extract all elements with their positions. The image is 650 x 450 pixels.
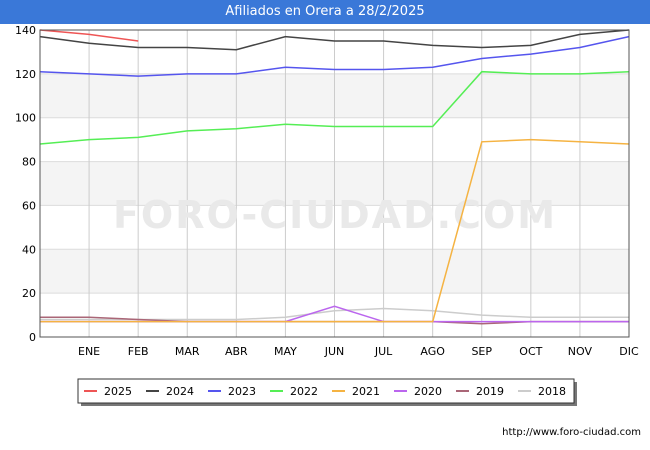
legend: 2025 2024 2023 2022 2021 2020 2019 2018 <box>77 378 577 406</box>
y-axis-ticks: 0 20 40 60 80 100 120 140 <box>15 24 36 344</box>
y-tick-label: 0 <box>29 331 36 344</box>
legend-label-2020: 2020 <box>414 385 442 398</box>
y-tick-label: 20 <box>22 287 36 300</box>
legend-label-2021: 2021 <box>352 385 380 398</box>
x-axis-ticks: ENE FEB MAR ABR MAY JUN JUL AGO SEP OCT NOV DIC <box>78 345 639 358</box>
footer-url[interactable]: http://www.foro-ciudad.com <box>502 427 641 438</box>
x-tick-label: OCT <box>519 345 542 358</box>
x-tick-label: MAR <box>175 345 200 358</box>
y-tick-label: 100 <box>15 112 36 125</box>
x-tick-label: FEB <box>128 345 149 358</box>
legend-label-2018: 2018 <box>538 385 566 398</box>
line-chart: FORO-CIUDAD.COM 0 20 40 60 80 100 120 140 ENE FE… <box>15 24 639 406</box>
y-tick-label: 120 <box>15 68 36 81</box>
legend-label-2022: 2022 <box>290 385 318 398</box>
x-tick-label: ABR <box>225 345 248 358</box>
watermark: FORO-CIUDAD.COM <box>113 193 557 237</box>
legend-label-2025: 2025 <box>104 385 132 398</box>
legend-label-2019: 2019 <box>476 385 504 398</box>
y-tick-label: 80 <box>22 156 36 169</box>
y-tick-label: 140 <box>15 24 36 37</box>
x-tick-label: JUL <box>374 345 393 358</box>
legend-label-2024: 2024 <box>166 385 194 398</box>
x-tick-label: AGO <box>420 345 445 358</box>
x-tick-label: SEP <box>471 345 492 358</box>
y-tick-label: 40 <box>22 243 36 256</box>
x-tick-label: NOV <box>568 345 593 358</box>
x-tick-label: DIC <box>619 345 639 358</box>
x-tick-label: MAY <box>274 345 297 358</box>
x-tick-label: ENE <box>78 345 100 358</box>
y-tick-label: 60 <box>22 199 36 212</box>
legend-label-2023: 2023 <box>228 385 256 398</box>
x-tick-label: JUN <box>324 345 345 358</box>
